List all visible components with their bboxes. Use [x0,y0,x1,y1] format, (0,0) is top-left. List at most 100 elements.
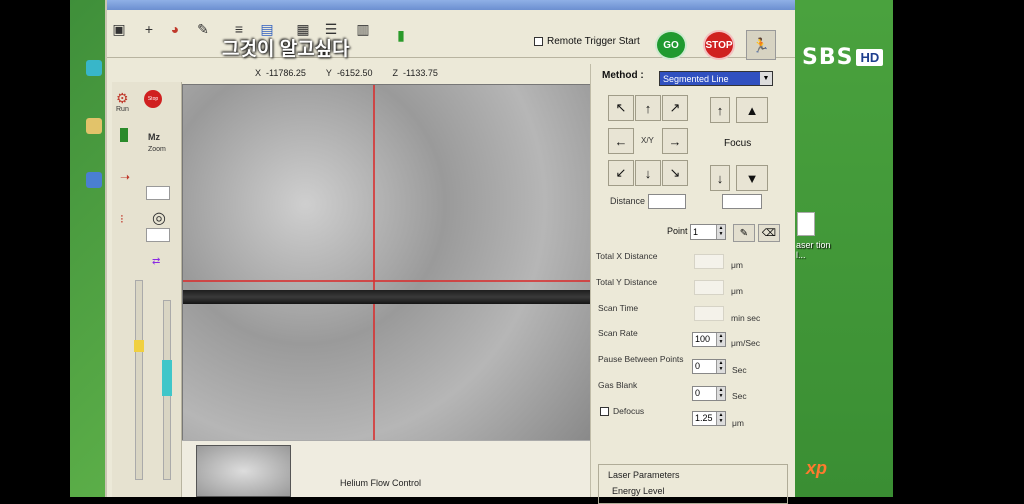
pause-label: Pause Between Points [598,354,684,364]
slider-thumb[interactable] [162,360,172,396]
point-label: Point [667,226,688,236]
crosshair-vertical [373,85,375,483]
spinner-arrows[interactable]: ▲ ▼ [716,360,725,373]
move-up-right-button[interactable]: ↗ [662,95,688,121]
monitor-icon[interactable]: ▣ [108,18,130,40]
hd-badge: HD [856,49,884,66]
spinner-arrows[interactable]: ▲ ▼ [716,412,725,425]
color-wheel-icon[interactable]: ◕ [164,18,186,40]
gas-blank-unit: Sec [732,391,747,401]
run-label: Run [116,106,129,113]
broadcast-title-overlay: 그것이 알고싶다 [222,39,350,60]
stage-coordinates: X -11786.25 Y -6152.50 Z -1133.75 [255,68,438,78]
defocus-label: Defocus [613,406,645,416]
total-x-unit: μm [731,260,743,270]
stop-button[interactable]: STOP [703,30,735,60]
gas-blank-input[interactable]: 0 ▲ ▼ [692,386,726,401]
numeric-spinner[interactable] [146,186,170,200]
desktop-icon[interactable] [86,118,102,134]
calendar-icon[interactable]: ▥ [352,18,374,40]
move-down-right-button[interactable]: ↘ [662,160,688,186]
slider-thumb[interactable] [134,340,144,352]
pause-input[interactable]: 0 ▲ ▼ [692,359,726,374]
defocus-unit: μm [732,418,744,428]
windows-xp-logo: xp [806,458,828,478]
zoom-label: Zoom [148,146,166,153]
black-border-left [0,0,72,497]
aperture-icon[interactable]: ◎ [152,208,166,228]
desktop-icon[interactable] [86,172,102,188]
total-x-value [694,254,724,269]
focus-distance-input[interactable] [722,194,762,209]
slider-track[interactable] [135,280,143,480]
pause-value: 0 [695,361,701,371]
numeric-spinner[interactable] [146,228,170,242]
pen-icon[interactable]: ✎ [733,224,755,242]
battery-icon[interactable] [120,128,128,142]
move-up-button[interactable]: ↑ [635,95,661,121]
focus-down-button[interactable]: ↓ [710,165,730,191]
point-input[interactable]: 1 ▲ ▼ [690,224,726,240]
distance-input[interactable] [648,194,686,209]
total-y-unit: μm [731,286,743,296]
spinner-arrows[interactable]: ▲ ▼ [716,387,725,400]
defocus-value: 1.25 [695,413,713,423]
point-value: 1 [693,227,699,237]
remote-trigger-label: Remote Trigger Start [547,36,640,47]
run-icon[interactable]: ⚙ [116,90,129,107]
total-x-label: Total X Distance [596,251,658,261]
total-y-value [694,280,724,295]
desktop-icon[interactable] [86,60,102,76]
sample-thumbnail[interactable] [196,445,291,497]
method-selected-value: Segmented Line [663,74,729,84]
sample-fiber [183,290,591,304]
checkbox-box[interactable] [600,406,609,416]
edit-icon[interactable]: ✎ [192,18,214,40]
desktop-icon-label: aser tion l... [796,240,831,260]
helium-flow-label: Helium Flow Control [340,478,422,488]
laser-parameters-title: Laser Parameters [608,470,680,480]
gas-blank-value: 0 [695,388,701,398]
microscope-view[interactable] [182,84,592,484]
focus-up-button[interactable]: ↑ [710,97,730,123]
stop-icon[interactable]: Stop [144,90,162,108]
method-select[interactable]: Segmented Line ▼ [659,71,773,86]
document-icon[interactable] [797,212,815,236]
mz-label: Mz [148,132,160,142]
battery-icon[interactable]: ▮ [390,24,412,46]
focus-up-fast-button[interactable]: ▲ [736,97,768,123]
scan-rate-unit: μm/Sec [731,338,760,348]
person-icon[interactable]: 🏃 [746,30,776,60]
left-tool-panel [112,82,182,497]
scan-rate-value: 100 [695,334,711,344]
dots-icon[interactable]: ⁝ [120,212,124,226]
swap-arrows-icon[interactable]: ⇄ [152,256,160,267]
move-up-left-button[interactable]: ↖ [608,95,634,121]
checkbox-box[interactable] [534,37,543,46]
move-right-button[interactable]: → [662,128,688,154]
xy-label: X/Y [641,136,654,145]
chevron-down-icon[interactable]: ▼ [760,72,772,85]
scan-time-unit: min sec [731,313,761,323]
crosshair-icon[interactable]: + [138,18,160,40]
broadcaster-logo: SBS HD [802,45,884,70]
desktop-icons-left [82,0,107,497]
focus-down-fast-button[interactable]: ▼ [736,165,768,191]
spinner-arrows[interactable]: ▲ ▼ [716,225,725,239]
laser-icon[interactable]: ➝ [120,170,130,184]
scan-rate-input[interactable]: 100 ▲ ▼ [692,332,726,347]
defocus-checkbox[interactable]: Defocus [600,406,644,416]
remote-trigger-checkbox[interactable]: Remote Trigger Start [534,36,640,47]
go-button[interactable]: GO [655,30,687,60]
energy-level-label: Energy Level [612,486,665,496]
move-down-left-button[interactable]: ↙ [608,160,634,186]
spinner-arrows[interactable]: ▲ ▼ [716,333,725,346]
move-down-button[interactable]: ↓ [635,160,661,186]
z-coordinate: Z -1133.75 [392,68,438,78]
total-y-label: Total Y Distance [596,277,658,287]
defocus-input[interactable]: 1.25 ▲ ▼ [692,411,726,426]
eraser-icon[interactable]: ⌫ [758,224,780,242]
move-left-button[interactable]: ← [608,128,634,154]
y-coordinate: Y -6152.50 [325,68,373,78]
x-coordinate: X -11786.25 [255,68,306,78]
